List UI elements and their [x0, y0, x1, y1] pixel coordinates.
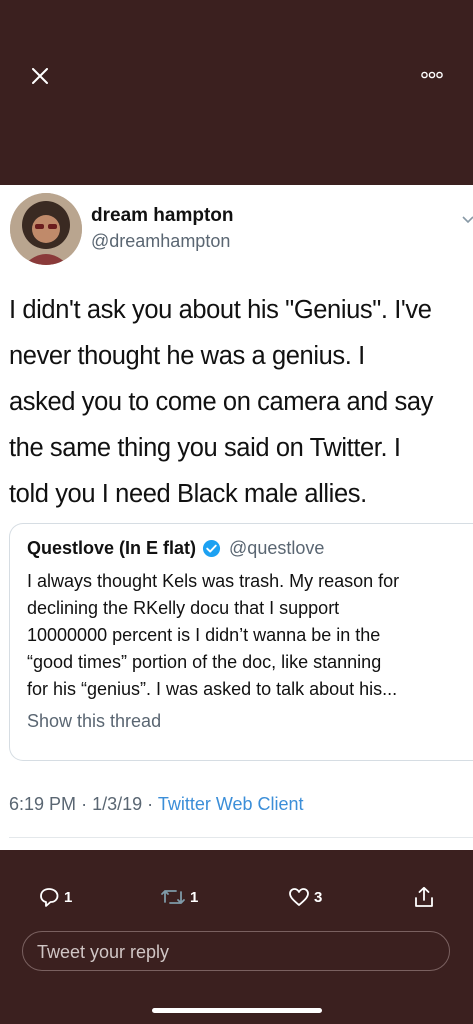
tweet-text-line: never thought he was a genius. I: [9, 342, 365, 370]
more-horizontal-icon: [421, 71, 443, 79]
chevron-down-icon[interactable]: [461, 213, 473, 227]
tweet-text-line: I didn't ask you about his "Genius". I'v…: [9, 296, 432, 324]
top-bar: [0, 0, 473, 185]
close-button[interactable]: [22, 58, 58, 94]
retweet-icon: [161, 890, 185, 904]
action-bar: 1 1 3 Tweet your reply: [0, 850, 473, 1020]
quoted-author-name: Questlove (In E flat): [27, 538, 197, 558]
quoted-text-line: I always thought Kels was trash. My reas…: [27, 571, 400, 591]
retweet-count: 1: [190, 888, 199, 906]
reply-count: 1: [64, 888, 73, 906]
more-options-button[interactable]: [412, 60, 452, 90]
author-avatar[interactable]: [10, 193, 82, 265]
share-button[interactable]: [413, 886, 435, 908]
author-name[interactable]: dream hampton: [91, 205, 234, 227]
quoted-text-line: for his “genius”. I was asked to talk ab…: [27, 679, 398, 699]
tweet-metadata: 6:19 PM · 1/3/19 · Twitter Web Client: [9, 794, 304, 815]
quoted-header: Questlove (In E flat) @questlove: [27, 538, 324, 559]
quoted-author-handle: @questlove: [229, 538, 325, 558]
tweet-text-line: the same thing you said on Twitter. I: [9, 434, 401, 462]
tweet-card: dream hampton @dreamhampton I didn't ask…: [0, 185, 473, 850]
tweet-date: 1/3/19: [92, 794, 143, 814]
retweet-button[interactable]: 1: [160, 886, 198, 908]
client-link[interactable]: Twitter Web Client: [158, 794, 304, 814]
heart-icon: [289, 888, 309, 906]
like-button[interactable]: 3: [288, 886, 322, 908]
reply-placeholder: Tweet your reply: [37, 942, 170, 962]
meta-separator: ·: [81, 794, 88, 814]
show-thread-link[interactable]: Show this thread: [27, 711, 161, 732]
verified-badge-icon: [202, 539, 221, 558]
quoted-tweet[interactable]: Questlove (In E flat) @questlove I alway…: [9, 523, 473, 761]
author-handle[interactable]: @dreamhampton: [91, 231, 230, 252]
tweet-text-line: asked you to come on camera and say: [9, 388, 433, 416]
reply-icon: [40, 888, 59, 907]
tweet-text-line: told you I need Black male allies.: [9, 480, 367, 508]
quoted-text: I always thought Kels was trash. My reas…: [27, 568, 473, 703]
meta-separator: ·: [147, 794, 154, 814]
quoted-text-line: 10000000 percent is I didn’t wanna be in…: [27, 625, 381, 645]
tweet-text: I didn't ask you about his "Genius". I'v…: [9, 287, 473, 517]
tweet-time: 6:19 PM: [9, 794, 77, 814]
like-count: 3: [314, 888, 323, 906]
quoted-text-line: “good times” portion of the doc, like st…: [27, 652, 382, 672]
reply-input[interactable]: Tweet your reply: [22, 931, 450, 971]
close-icon: [32, 68, 48, 84]
home-indicator[interactable]: [152, 1008, 322, 1013]
divider: [9, 837, 473, 838]
share-icon: [415, 886, 433, 907]
quoted-text-line: declining the RKelly docu that I support: [27, 598, 340, 618]
reply-button[interactable]: 1: [38, 886, 72, 908]
